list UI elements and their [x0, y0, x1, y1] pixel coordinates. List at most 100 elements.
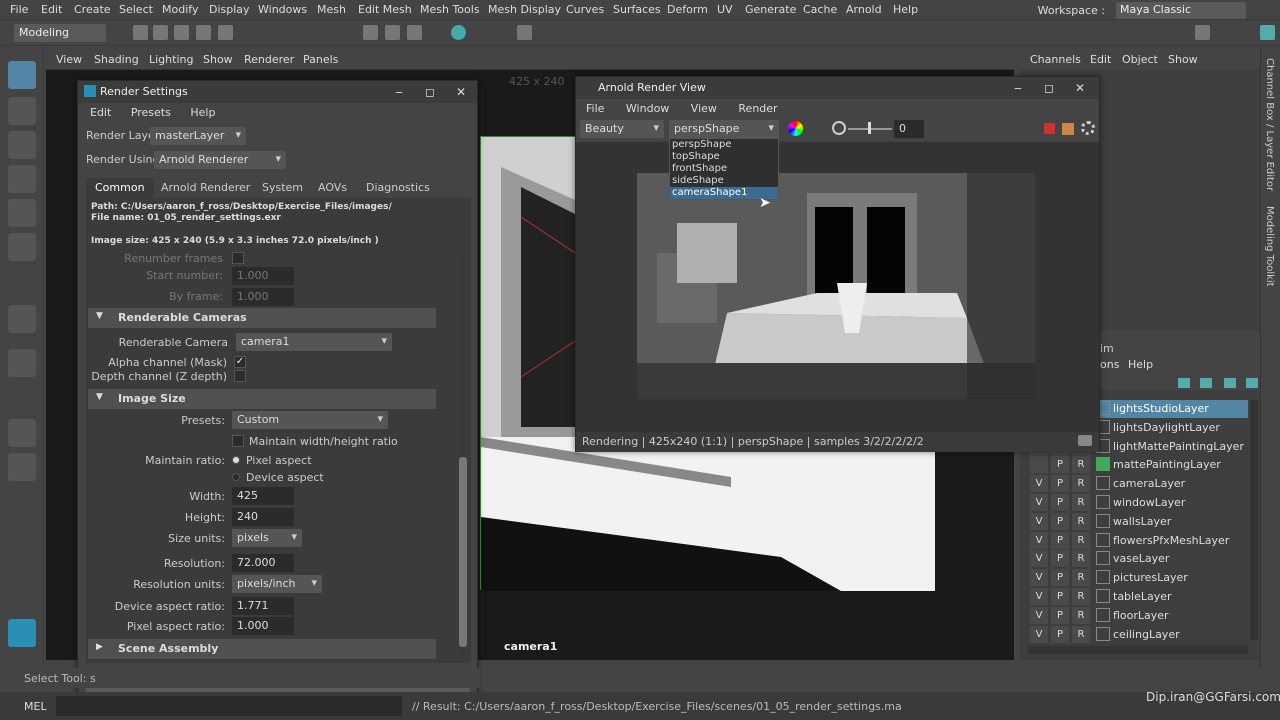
menu-mesh-tools[interactable]: Mesh Tools [420, 3, 480, 16]
tab-system[interactable]: System [253, 178, 312, 198]
renumber-frames-checkbox[interactable] [232, 252, 244, 264]
maximize-button[interactable]: ◻ [418, 83, 442, 101]
layer-p-toggle[interactable]: P [1051, 512, 1069, 530]
mel-label[interactable]: MEL [24, 700, 47, 713]
arv-maximize-button[interactable]: ◻ [1037, 79, 1061, 97]
minimize-button[interactable]: ‒ [387, 83, 411, 101]
layer-color-swatch[interactable] [1096, 457, 1110, 472]
undo-icon[interactable] [196, 25, 211, 40]
layer-v-toggle[interactable]: V [1030, 550, 1048, 568]
device-aspect-radio[interactable] [232, 473, 240, 481]
single-perspective-icon[interactable] [8, 349, 36, 377]
depth-channel-checkbox[interactable] [234, 370, 246, 382]
tab-arnold-renderer[interactable]: Arnold Renderer [152, 178, 259, 198]
arv-menu-view[interactable]: View [691, 102, 717, 115]
resolution-units-select[interactable]: pixels/inch [232, 575, 322, 593]
menu-uv[interactable]: UV [717, 3, 733, 16]
layer-tab-partial[interactable]: im [1100, 342, 1114, 355]
mel-input[interactable] [56, 696, 402, 716]
layer-r-toggle[interactable]: R [1072, 456, 1090, 474]
layer-hscrollbar[interactable] [1028, 646, 1248, 654]
aov-select[interactable]: Beauty [580, 120, 664, 138]
layers-icon[interactable] [1260, 25, 1275, 40]
close-window-button[interactable]: ✕ [449, 83, 473, 101]
ipr-render-icon[interactable] [385, 25, 400, 40]
menu-deform[interactable]: Deform [667, 3, 708, 16]
cb-menu-edit[interactable]: Edit [1090, 53, 1111, 66]
new-scene-icon[interactable] [133, 25, 148, 40]
menu-create[interactable]: Create [74, 3, 111, 16]
renderable-camera-select[interactable]: camera1 [236, 333, 392, 351]
layer-r-toggle[interactable]: R [1072, 606, 1090, 624]
layer-p-toggle[interactable]: P [1051, 456, 1069, 474]
layer-p-toggle[interactable]: P [1051, 606, 1069, 624]
render-frame-icon[interactable] [363, 25, 378, 40]
rotate-tool-icon[interactable] [8, 199, 36, 227]
layer-v-toggle[interactable]: V [1030, 625, 1048, 643]
layer-row[interactable]: V P RpicturesLayer [1028, 569, 1248, 587]
layer-r-toggle[interactable]: R [1072, 550, 1090, 568]
menu-curves[interactable]: Curves [566, 3, 604, 16]
layer-row[interactable]: P RmattePaintingLayer [1028, 456, 1248, 474]
viewport-menu-renderer[interactable]: Renderer [244, 53, 294, 66]
move-layer-down-icon[interactable] [1200, 378, 1212, 388]
layer-row[interactable]: V P RtableLayer [1028, 588, 1248, 606]
layer-v-toggle[interactable]: V [1030, 531, 1048, 549]
layer-color-swatch[interactable] [1096, 495, 1110, 509]
settings-gear-icon[interactable] [1081, 121, 1095, 135]
layer-p-toggle[interactable]: P [1051, 550, 1069, 568]
tab-diagnostics[interactable]: Diagnostics [357, 178, 439, 198]
start-number-field[interactable]: 1.000 [232, 267, 294, 285]
pixel-aspect-ratio-field[interactable]: 1.000 [232, 617, 294, 635]
renderable-cameras-section[interactable]: ▼ Renderable Cameras [88, 308, 436, 328]
stop-render-icon[interactable] [1044, 123, 1055, 134]
maintain-wh-checkbox[interactable] [232, 435, 244, 447]
rs-menu-presets[interactable]: Presets [131, 106, 171, 119]
menu-mesh[interactable]: Mesh [317, 3, 346, 16]
graph-editor-icon[interactable] [8, 453, 36, 481]
layer-menu-help[interactable]: Help [1128, 358, 1153, 371]
menu-modify[interactable]: Modify [162, 3, 198, 16]
resolution-field[interactable]: 72.000 [232, 554, 294, 572]
menu-edit[interactable]: Edit [41, 3, 62, 16]
menu-edit-mesh[interactable]: Edit Mesh [358, 3, 412, 16]
layer-row[interactable]: V P RflowersPfxMeshLayer [1028, 531, 1248, 550]
mode-select[interactable]: Modeling [14, 24, 106, 42]
device-aspect-ratio-field[interactable]: 1.771 [232, 597, 294, 615]
menu-select[interactable]: Select [119, 3, 153, 16]
color-channels-icon[interactable] [788, 121, 803, 136]
tab-common[interactable]: Common [86, 178, 154, 198]
layer-row[interactable]: V P RwallsLayer [1028, 512, 1248, 531]
size-units-select[interactable]: pixels [232, 529, 302, 547]
layer-row[interactable]: V P RvaseLayer [1028, 550, 1248, 568]
menu-file[interactable]: File [10, 3, 28, 16]
viewport-menu-view[interactable]: View [56, 53, 82, 66]
arv-minimize-button[interactable]: ‒ [1006, 79, 1030, 97]
layer-v-toggle[interactable]: V [1030, 569, 1048, 587]
layer-v-toggle[interactable]: V [1030, 588, 1048, 605]
viewport-menu-show[interactable]: Show [203, 53, 233, 66]
menu-arnold[interactable]: Arnold [846, 3, 882, 16]
outliner-icon[interactable] [8, 419, 36, 447]
menu-help[interactable]: Help [893, 3, 918, 16]
new-layer-selected-icon[interactable] [1246, 378, 1258, 388]
menu-display[interactable]: Display [209, 3, 250, 16]
arv-menu-file[interactable]: File [586, 102, 604, 115]
layer-row[interactable]: V P RceilingLayer [1028, 625, 1248, 644]
menu-windows[interactable]: Windows [258, 3, 307, 16]
scale-tool-icon[interactable] [8, 233, 36, 261]
layer-r-toggle[interactable]: R [1072, 512, 1090, 530]
cb-menu-show[interactable]: Show [1168, 53, 1198, 66]
cb-menu-object[interactable]: Object [1122, 53, 1158, 66]
arv-menu-render[interactable]: Render [738, 102, 777, 115]
move-tool-icon[interactable] [8, 165, 36, 193]
settings-scrollbar[interactable] [459, 257, 467, 662]
layer-v-toggle[interactable]: V [1030, 512, 1048, 530]
camera-option-side[interactable]: sideShape [670, 175, 778, 187]
pixel-aspect-radio[interactable] [232, 456, 240, 464]
layer-v-toggle[interactable]: V [1030, 475, 1048, 493]
layer-color-swatch[interactable] [1096, 532, 1110, 547]
layer-r-toggle[interactable]: R [1072, 588, 1090, 605]
layer-color-swatch[interactable] [1096, 513, 1110, 528]
render-settings-icon[interactable] [407, 25, 422, 40]
